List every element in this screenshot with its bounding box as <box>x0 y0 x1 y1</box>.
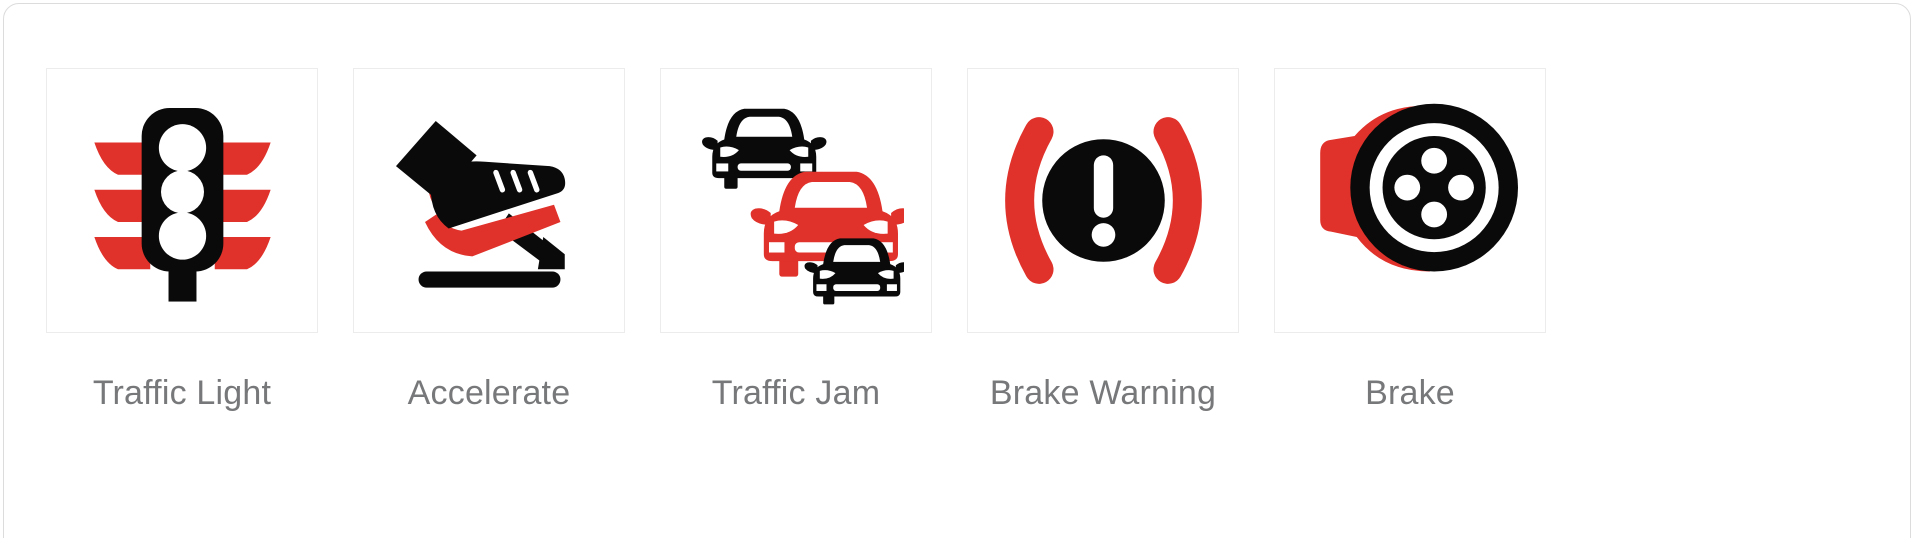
traffic-jam-icon <box>701 108 904 305</box>
icon-cell-traffic-light[interactable]: Traffic Light <box>46 0 318 412</box>
icon-set-screen: Traffic Light Accelerate Traffic Jam Bra… <box>0 0 1920 538</box>
brake-warning-icon <box>1004 117 1202 284</box>
icon-label-brake-warning: Brake Warning <box>989 374 1217 412</box>
accelerate-pedal-icon <box>395 120 565 288</box>
icon-label-brake: Brake <box>1365 374 1455 412</box>
icon-cell-traffic-jam[interactable]: Traffic Jam <box>660 0 932 412</box>
icon-label-traffic-light: Traffic Light <box>92 374 272 412</box>
icon-frame-traffic-jam[interactable] <box>660 68 932 333</box>
icon-cell-accelerate[interactable]: Accelerate <box>353 0 625 412</box>
icon-label-accelerate: Accelerate <box>407 374 571 412</box>
icon-label-traffic-jam: Traffic Jam <box>711 374 881 412</box>
icon-frame-brake-warning[interactable] <box>967 68 1239 333</box>
traffic-light-icon <box>93 108 271 302</box>
icon-cell-brake-warning[interactable]: Brake Warning <box>967 0 1239 412</box>
icon-frame-traffic-light[interactable] <box>46 68 318 333</box>
icon-grid: Traffic Light Accelerate Traffic Jam Bra… <box>0 0 1920 538</box>
icon-frame-accelerate[interactable] <box>353 68 625 333</box>
icon-cell-brake[interactable]: Brake <box>1274 0 1546 412</box>
brake-disc-icon <box>1319 103 1518 272</box>
icon-frame-brake[interactable] <box>1274 68 1546 333</box>
